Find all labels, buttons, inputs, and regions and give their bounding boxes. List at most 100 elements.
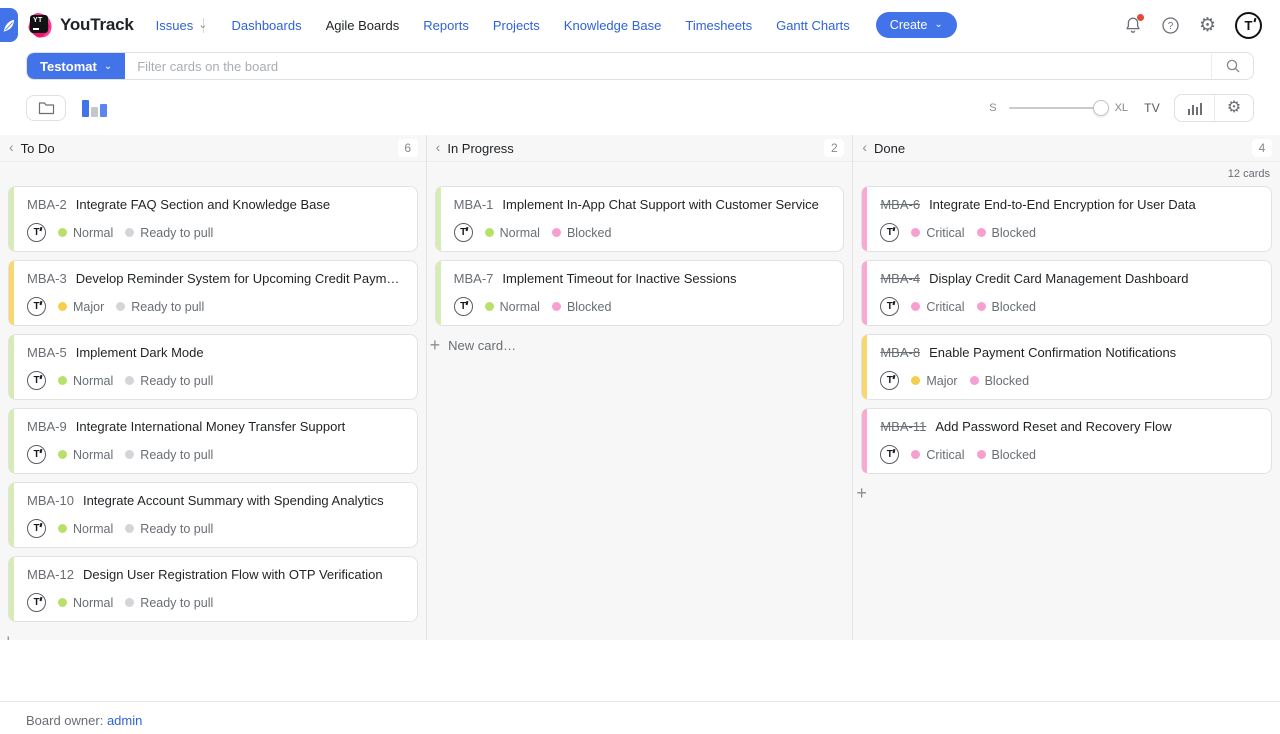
priority-badge[interactable]: Normal [58,448,113,462]
chevron-down-icon[interactable]: ⌄ [198,20,207,31]
create-button[interactable]: Create ⌄ [876,12,957,38]
stage-badge[interactable]: Ready to pull [125,522,213,536]
nav-item-agile-boards[interactable]: Agile Boards [326,18,400,33]
slider-handle[interactable] [1093,100,1109,116]
issue-id[interactable]: MBA-6 [880,197,920,212]
sidebar-toggle[interactable] [0,8,18,42]
assignee-avatar[interactable]: T [880,445,899,464]
backlog-folder-button[interactable] [26,95,66,121]
priority-badge[interactable]: Normal [485,226,540,240]
collapse-column-icon[interactable]: ‹ [862,140,867,154]
assignee-avatar[interactable]: T [27,371,46,390]
nav-item-issues[interactable]: Issues [156,18,194,33]
assignee-avatar[interactable]: T [454,297,473,316]
assignee-avatar[interactable]: T [27,593,46,612]
add-card-button[interactable]: + [853,482,1280,502]
priority-badge[interactable]: Normal [58,374,113,388]
collapse-column-icon[interactable]: ‹ [436,140,441,154]
issue-title[interactable]: Design User Registration Flow with OTP V… [83,567,383,582]
stage-badge[interactable]: Blocked [552,300,611,314]
issue-id[interactable]: MBA-3 [27,271,67,286]
issue-title[interactable]: Integrate International Money Transfer S… [76,419,346,434]
stage-badge[interactable]: Blocked [970,374,1029,388]
board-selector-button[interactable]: Testomat ⌄ [27,53,125,79]
issue-id[interactable]: MBA-12 [27,567,74,582]
issue-id[interactable]: MBA-10 [27,493,74,508]
card-mba-12[interactable]: MBA-12 Design User Registration Flow with… [8,556,418,622]
board-owner-link[interactable]: admin [107,713,142,728]
issue-title[interactable]: Enable Payment Confirmation Notification… [929,345,1176,360]
priority-badge[interactable]: Normal [58,596,113,610]
add-card-button[interactable]: + New card… [427,334,853,354]
issue-id[interactable]: MBA-11 [880,419,926,434]
card-mba-1[interactable]: MBA-1 Implement In-App Chat Support with … [435,186,845,252]
help-icon[interactable]: ? [1161,16,1180,35]
priority-badge[interactable]: Normal [485,300,540,314]
histogram-button[interactable] [1175,95,1214,121]
assignee-avatar[interactable]: T [454,223,473,242]
issue-title[interactable]: Implement In-App Chat Support with Custo… [502,197,818,212]
priority-badge[interactable]: Critical [911,448,964,462]
issue-id[interactable]: MBA-8 [880,345,920,360]
issue-id[interactable]: MBA-1 [454,197,494,212]
search-button[interactable] [1211,53,1253,79]
card-mba-6[interactable]: MBA-6 Integrate End-to-End Encryption for… [861,186,1272,252]
assignee-avatar[interactable]: T [27,223,46,242]
card-mba-7[interactable]: MBA-7 Implement Timeout for Inactive Sess… [435,260,845,326]
issue-title[interactable]: Develop Reminder System for Upcoming Cre… [76,271,405,286]
priority-badge[interactable]: Critical [911,226,964,240]
board-settings-button[interactable]: ⚙ [1214,95,1253,121]
assignee-avatar[interactable]: T [880,371,899,390]
add-card-button[interactable]: + [0,630,426,640]
stage-badge[interactable]: Blocked [552,226,611,240]
assignee-avatar[interactable]: T [27,445,46,464]
assignee-avatar[interactable]: T [880,223,899,242]
priority-badge[interactable]: Major [58,300,104,314]
issue-title[interactable]: Implement Timeout for Inactive Sessions [502,271,736,286]
filter-input[interactable] [125,53,1211,79]
issue-id[interactable]: MBA-4 [880,271,920,286]
chart-view-toggle[interactable] [82,100,107,117]
card-size-slider[interactable] [1009,100,1101,116]
settings-gear-icon[interactable]: ⚙ [1199,16,1216,35]
card-mba-2[interactable]: MBA-2 Integrate FAQ Section and Knowledge… [8,186,418,252]
stage-badge[interactable]: Ready to pull [125,226,213,240]
nav-item-knowledge-base[interactable]: Knowledge Base [564,18,662,33]
stage-badge[interactable]: Ready to pull [125,448,213,462]
card-mba-9[interactable]: MBA-9 Integrate International Money Trans… [8,408,418,474]
issue-id[interactable]: MBA-2 [27,197,67,212]
priority-badge[interactable]: Normal [58,226,113,240]
assignee-avatar[interactable]: T [27,519,46,538]
issue-title[interactable]: Integrate Account Summary with Spending … [83,493,384,508]
priority-badge[interactable]: Normal [58,522,113,536]
assignee-avatar[interactable]: T [27,297,46,316]
issue-id[interactable]: MBA-7 [454,271,494,286]
issue-id[interactable]: MBA-9 [27,419,67,434]
issue-id[interactable]: MBA-5 [27,345,67,360]
priority-badge[interactable]: Major [911,374,957,388]
user-avatar[interactable]: T [1235,12,1262,39]
stage-badge[interactable]: Blocked [977,300,1036,314]
card-mba-3[interactable]: MBA-3 Develop Reminder System for Upcomin… [8,260,418,326]
tv-mode-button[interactable]: TV [1144,101,1160,115]
card-mba-11[interactable]: MBA-11Add Password Reset and Recovery Fl… [861,408,1272,474]
stage-badge[interactable]: Ready to pull [125,596,213,610]
priority-badge[interactable]: Critical [911,300,964,314]
nav-item-timesheets[interactable]: Timesheets [685,18,752,33]
nav-item-gantt-charts[interactable]: Gantt Charts [776,18,850,33]
assignee-avatar[interactable]: T [880,297,899,316]
issue-title[interactable]: Display Credit Card Management Dashboard [929,271,1188,286]
issue-title[interactable]: Implement Dark Mode [76,345,204,360]
youtrack-logo[interactable]: YT YouTrack [28,13,134,38]
nav-item-dashboards[interactable]: Dashboards [231,18,301,33]
card-mba-4[interactable]: MBA-4 Display Credit Card Management Dash… [861,260,1272,326]
nav-item-reports[interactable]: Reports [423,18,469,33]
issue-title[interactable]: Integrate FAQ Section and Knowledge Base [76,197,330,212]
issue-title[interactable]: Integrate End-to-End Encryption for User… [929,197,1196,212]
stage-badge[interactable]: Ready to pull [116,300,204,314]
stage-badge[interactable]: Blocked [977,448,1036,462]
card-mba-8[interactable]: MBA-8 Enable Payment Confirmation Notific… [861,334,1272,400]
notifications-bell-icon[interactable] [1124,16,1142,34]
nav-item-projects[interactable]: Projects [493,18,540,33]
stage-badge[interactable]: Ready to pull [125,374,213,388]
